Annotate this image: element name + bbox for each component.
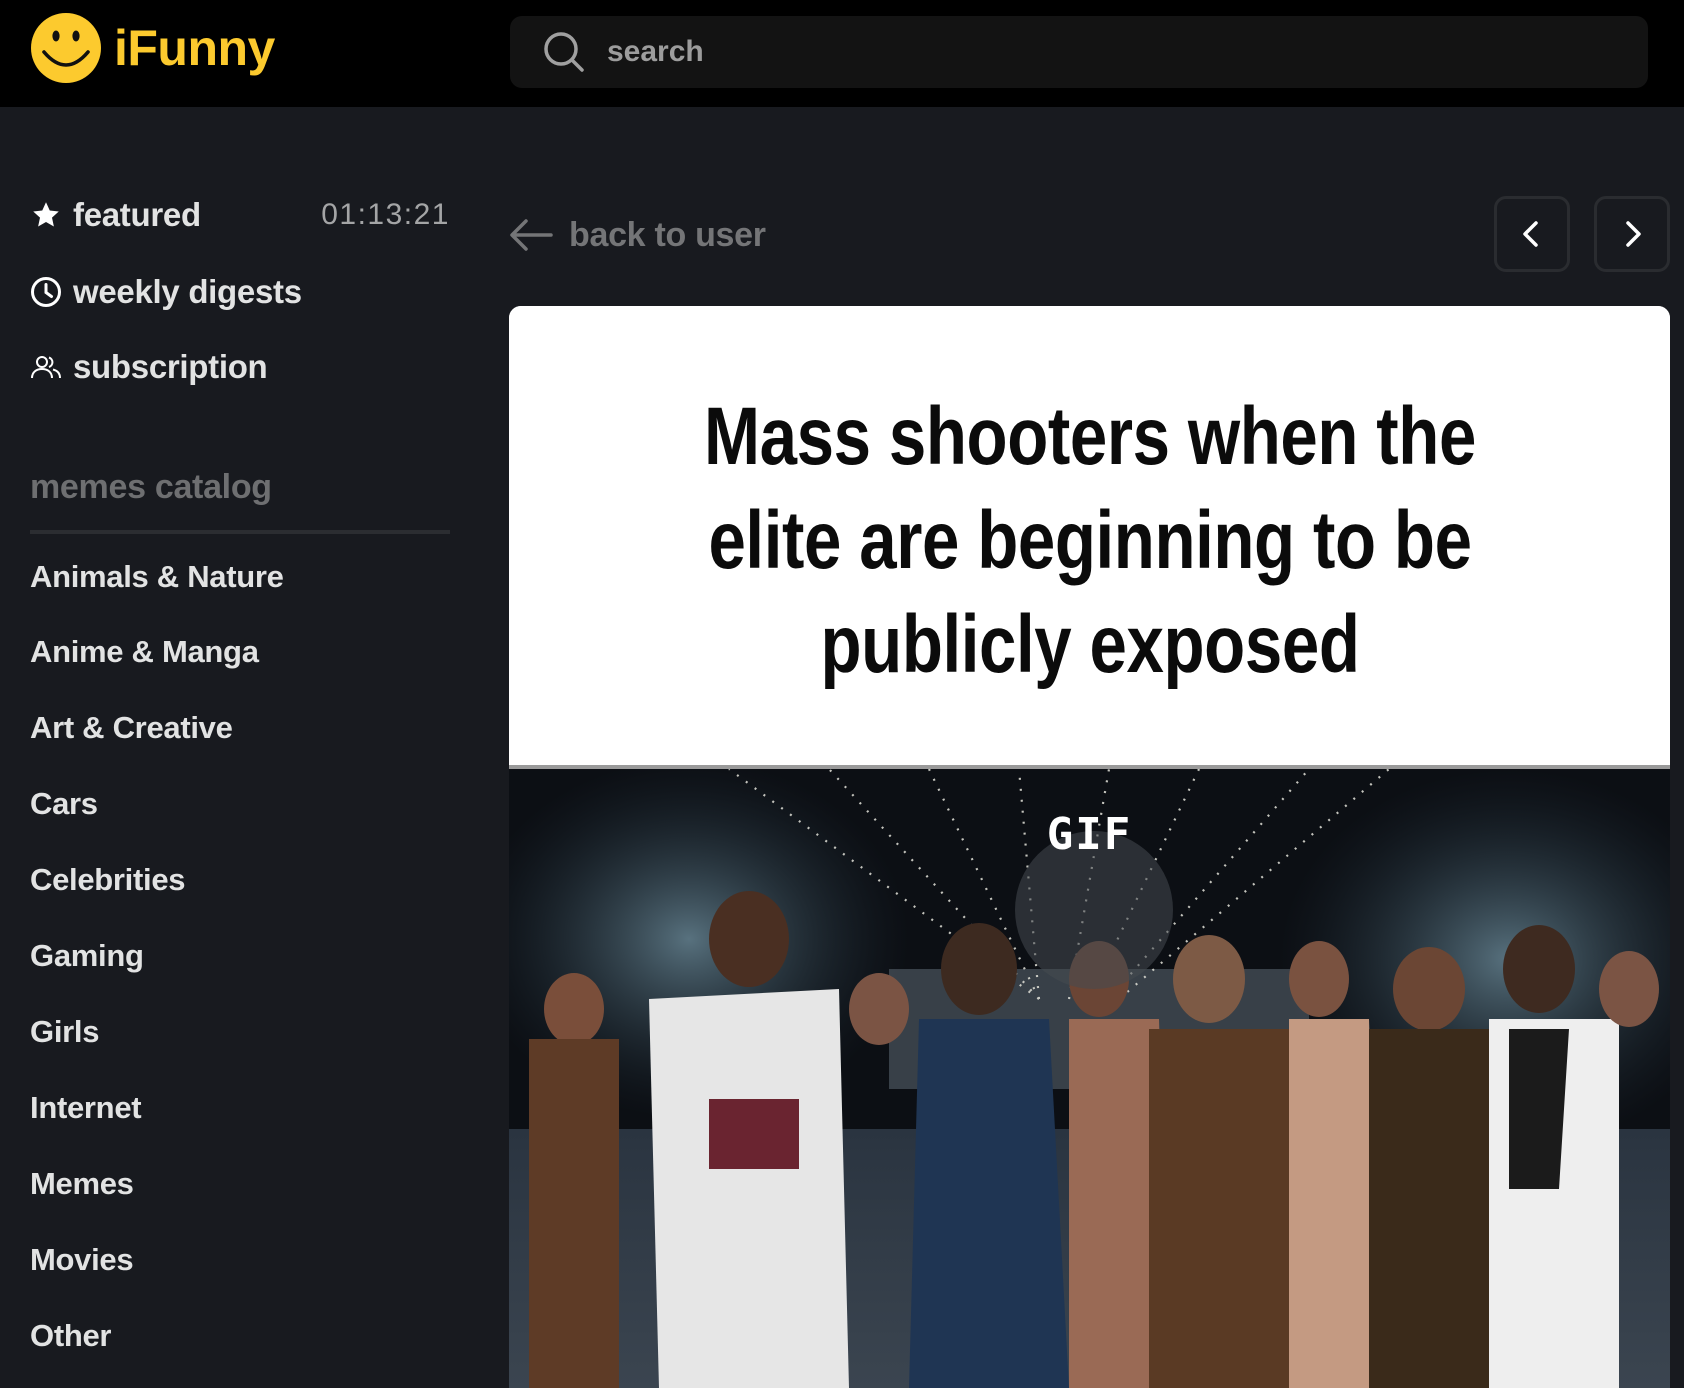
category-animals-nature[interactable]: Animals & Nature (30, 554, 284, 600)
back-to-user-link[interactable]: back to user (509, 212, 766, 258)
chevron-left-icon (1523, 221, 1538, 247)
sidebar: featured 01:13:21 weekly digests subscri… (30, 107, 450, 1388)
category-anime-manga[interactable]: Anime & Manga (30, 629, 259, 675)
category-art-creative[interactable]: Art & Creative (30, 705, 233, 751)
meme-caption-text: Mass shooters when the elite are beginni… (703, 390, 1476, 690)
users-icon (30, 351, 62, 383)
category-gaming[interactable]: Gaming (30, 933, 144, 979)
sidebar-item-subscription[interactable]: subscription (30, 342, 268, 392)
clock-icon (30, 276, 62, 308)
search-icon (544, 32, 584, 72)
chevron-right-icon (1626, 221, 1641, 247)
back-link-label: back to user (569, 215, 766, 254)
search-bar[interactable] (510, 16, 1648, 88)
category-memes[interactable]: Memes (30, 1161, 134, 1207)
sidebar-item-weekly-digests[interactable]: weekly digests (30, 267, 302, 317)
brand-name: iFunny (114, 20, 275, 76)
arrow-left-icon (510, 219, 553, 251)
previous-post-button[interactable] (1494, 196, 1570, 272)
top-header: iFunny (0, 0, 1684, 107)
gif-badge-label: GIF (1046, 809, 1133, 860)
meme-caption-panel: Mass shooters when the elite are beginni… (509, 306, 1670, 765)
gif-media[interactable]: GIF (509, 769, 1670, 1388)
search-input[interactable] (607, 16, 1607, 88)
logo-link[interactable]: iFunny (30, 12, 275, 84)
catalog-divider (30, 530, 450, 534)
sidebar-item-label: weekly digests (73, 273, 302, 310)
post-card: Mass shooters when the elite are beginni… (509, 306, 1670, 1388)
category-other[interactable]: Other (30, 1313, 111, 1359)
sidebar-item-featured[interactable]: featured 01:13:21 (30, 190, 450, 240)
featured-timer: 01:13:21 (321, 198, 450, 231)
category-movies[interactable]: Movies (30, 1237, 134, 1283)
category-celebrities[interactable]: Celebrities (30, 857, 186, 903)
category-internet[interactable]: Internet (30, 1085, 142, 1131)
category-girls[interactable]: Girls (30, 1009, 99, 1055)
smiley-face-icon (31, 13, 101, 83)
next-post-button[interactable] (1594, 196, 1670, 272)
star-icon (30, 199, 62, 231)
catalog-heading: memes catalog (30, 468, 272, 506)
sidebar-item-label: subscription (73, 348, 268, 385)
category-cars[interactable]: Cars (30, 781, 98, 827)
sidebar-item-label: featured (73, 196, 201, 233)
